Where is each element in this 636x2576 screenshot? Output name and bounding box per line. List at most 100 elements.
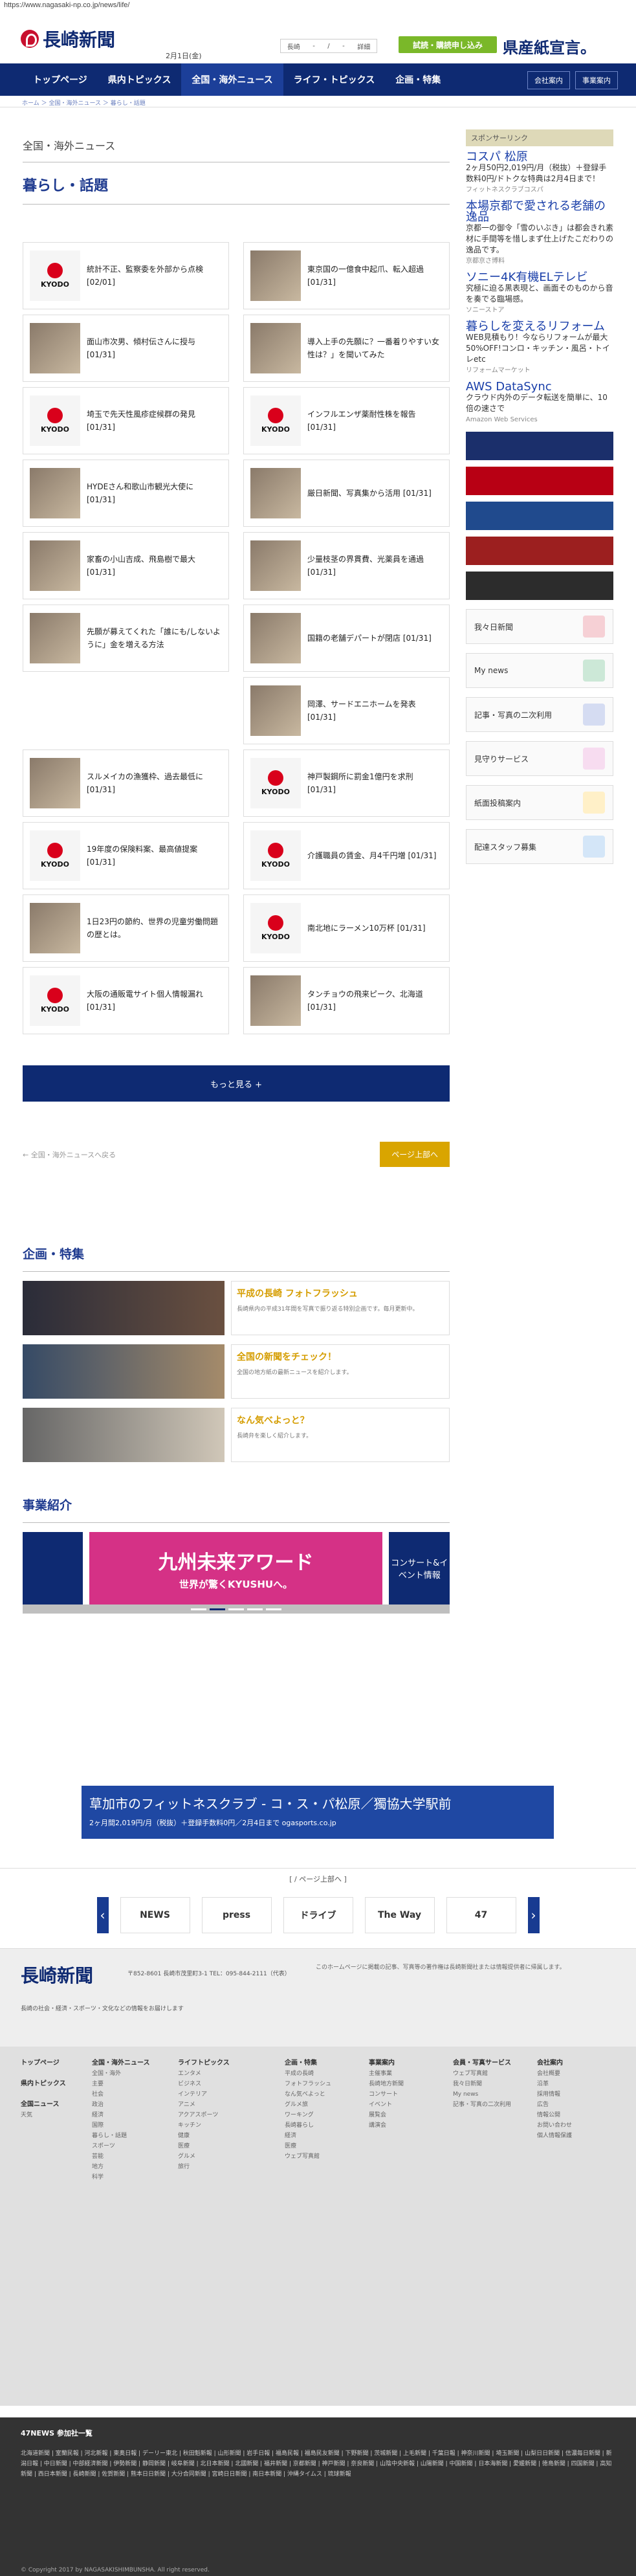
- feature-item[interactable]: 平成の長崎 フォトフラッシュ 長崎県内の平成31年間を写真で振り返る特別企画です。…: [23, 1281, 450, 1335]
- footer-copyright-note: このホームページに掲載の記事、写真等の著作権は長崎新聞社または情報提供者に帰属し…: [316, 1964, 565, 1971]
- sponsor-ad[interactable]: 暮らしを変えるリフォーム WEB見積もり！今ならリフォームが最大50%OFF!コン…: [466, 321, 613, 376]
- partner-logo[interactable]: ドライブ: [283, 1897, 353, 1933]
- news-card[interactable]: 東京国の一億食中起爪、転入超過 [01/31]: [243, 242, 450, 309]
- newspaper-icon: [583, 616, 605, 638]
- weather-city: 長崎: [287, 43, 300, 51]
- side-link[interactable]: 我々日新聞: [466, 609, 613, 644]
- news-card[interactable]: KYODO 南北地にラーメン10万杯 [01/31]: [243, 894, 450, 962]
- news-card[interactable]: 少量枝茎の界貫費、光薬員を通過 [01/31]: [243, 532, 450, 599]
- breadcrumb[interactable]: ホーム ＞ 全国・海外ニュース ＞ 暮らし・話題: [0, 96, 636, 107]
- sponsor-ad[interactable]: AWS DataSync クラウド内外のデータ転送を簡単に、10 倍の速さで Ama…: [466, 381, 613, 425]
- weather-max: -: [313, 42, 315, 50]
- feature-item[interactable]: なん気べよっと？ 長崎弁を楽しく紹介します。: [23, 1408, 450, 1462]
- delivery-staff-icon: [583, 836, 605, 858]
- sponsor-ad[interactable]: 本場京都で愛される老舗の逸品 京都一の御令「雪のいぶき」は都会きれ素材に手間等を惜…: [466, 201, 613, 267]
- page-top-button[interactable]: ページ上部へ: [380, 1142, 450, 1167]
- news-photo: [250, 323, 301, 373]
- kyodo-logo-icon: KYODO: [261, 770, 290, 796]
- divider: [23, 204, 450, 205]
- nav-national-news[interactable]: 全国・海外ニュース: [181, 63, 283, 96]
- business-banner-right[interactable]: コンサート&イベント情報: [389, 1532, 450, 1604]
- news-card[interactable]: KYODO 統計不正、監察委を外部から点検 [02/01]: [23, 242, 229, 309]
- news-card[interactable]: 国籍の老舗デパートが閉店 [01/31]: [243, 605, 450, 672]
- more-button[interactable]: もっと見る +: [23, 1065, 450, 1102]
- back-link[interactable]: ← 全国・海外ニュースへ戻る: [23, 1149, 116, 1160]
- contribution-icon: [583, 792, 605, 814]
- weather-detail-link[interactable]: 詳細: [357, 41, 370, 51]
- partner-logo[interactable]: The Way: [364, 1897, 435, 1933]
- sponsor-ad[interactable]: コスパ 松原 2ヶ月50円2,019円/月（税抜）＋登録手数料0円/ドトクな特典は…: [466, 151, 613, 195]
- copyright: © Copyright 2017 by NAGASAKISHIMBUNSHA. …: [21, 2567, 210, 2573]
- partner-logo[interactable]: NEWS: [120, 1897, 190, 1933]
- business-banner-left[interactable]: [23, 1532, 83, 1604]
- nav-local-topics[interactable]: 県内トピックス: [98, 63, 182, 96]
- sponsor-ad[interactable]: ソニー4K有機ELテレビ 究極に迫る黒表現と、画面そのものから音を奏でる臨場感。ソ…: [466, 272, 613, 316]
- carousel-prev-icon[interactable]: ‹: [96, 1897, 109, 1933]
- news-card[interactable]: 厳日新聞、写真集から活用 [01/31]: [243, 460, 450, 527]
- sitemap-col[interactable]: 全国・海外ニュース 全国・海外 主要 社会 政治 経済 国際 暮らし・話題 スポーツ 芸能 地方 科学: [92, 2058, 150, 2182]
- sitemap-col[interactable]: 事業案内 主催事業 長崎地方新聞 コンサート イベント 展覧会 講演会: [369, 2058, 404, 2131]
- business-link[interactable]: 事業案内: [575, 71, 618, 89]
- side-link[interactable]: 見守りサービス: [466, 741, 613, 776]
- sitemap-col[interactable]: 企画・特集 平成の長崎 フォトフラッシュ なん気べよっと グルメ旅 ワーキング 長崎暮らし経…: [285, 2058, 331, 2162]
- weather-widget[interactable]: 長崎 - / - 詳細: [280, 39, 377, 53]
- news-card[interactable]: KYODO 神戸製鋼所に罰金1億円を求刑 [01/31]: [243, 749, 450, 817]
- news-card[interactable]: KYODO 大阪の通販電サイト個人情報漏れ [01/31]: [23, 967, 229, 1034]
- sitemap-col[interactable]: ライフトピックス エンタメ ビジネス インテリア アニメ アクアスポーツ キッチン 健康 医療グ…: [178, 2058, 230, 2172]
- feature-item[interactable]: 全国の新聞をチェック！ 全国の地方紙の最新ニュースを紹介します。: [23, 1344, 450, 1399]
- news-card[interactable]: 1日23円の節約、世界の児童労働問題の歴とは。: [23, 894, 229, 962]
- site-header: 長崎新聞 2月1日(金) 長崎 - / - 詳細 試読・購読申し込み 県産紙宣言…: [0, 10, 636, 63]
- sitemap: トップページ 県内トピックス 全国ニュース 天気 全国・海外ニュース 全国・海外 主要 社会…: [0, 2047, 636, 2406]
- feature-title: 企画・特集: [23, 1247, 85, 1261]
- news-card[interactable]: 家畜の小山吉成、飛島樹で最大 [01/31]: [23, 532, 229, 599]
- business-banners: 九州未来アワード 世界が驚くKYUSHUへ。 コンサート&イベント情報: [23, 1532, 450, 1604]
- news-card[interactable]: KYODO 埼玉で先天性風疹症候群の発見 [01/31]: [23, 387, 229, 454]
- nav-life-topics[interactable]: ライフ・トピックス: [283, 63, 386, 96]
- sitemap-col[interactable]: 会員・写真サービス ウェブ写真館 我々日新聞 My news 記事・写真の二次利用: [453, 2058, 511, 2110]
- side-link[interactable]: My news: [466, 653, 613, 688]
- news-card[interactable]: 導入上手の先願に？一番着りやすい女性は？」を聞いてみた: [243, 315, 450, 382]
- kenpan-banner[interactable]: 県産紙宣言。: [503, 35, 596, 58]
- carousel-dots[interactable]: [23, 1604, 450, 1614]
- sidebar-banner[interactable]: [466, 467, 613, 495]
- news-card[interactable]: KYODO 19年度の保険料案、最高値提案 [01/31]: [23, 822, 229, 889]
- sidebar-banner[interactable]: [466, 432, 613, 460]
- nav-features[interactable]: 企画・特集: [385, 63, 451, 96]
- sidebar-banner[interactable]: [466, 502, 613, 530]
- feature-photo: [23, 1281, 225, 1335]
- partner-logo[interactable]: press: [201, 1897, 272, 1933]
- news-photo: [30, 613, 80, 663]
- sitemap-col[interactable]: 会社案内 会社概要 沿革 採用情報 広告 情報公開 お問い合わせ 個人情報保護: [537, 2058, 572, 2141]
- nav-top[interactable]: トップページ: [23, 63, 98, 96]
- sidebar-banner[interactable]: [466, 572, 613, 600]
- partners-title: 47NEWS 参加社一覧: [21, 2429, 93, 2437]
- carousel-title[interactable]: [ / ページ上部へ ]: [0, 1874, 636, 1884]
- sidebar-banner[interactable]: [466, 537, 613, 565]
- feature-photo: [23, 1408, 225, 1462]
- news-card[interactable]: タンチョウの飛来ピーク、北海道 [01/31]: [243, 967, 450, 1034]
- empty-card: [23, 677, 229, 744]
- side-link[interactable]: 紙面投稿案内: [466, 785, 613, 820]
- business-banner-main[interactable]: 九州未来アワード 世界が驚くKYUSHUへ。: [89, 1532, 383, 1604]
- news-card[interactable]: KYODO インフルエンザ薬耐性株を報告 [01/31]: [243, 387, 450, 454]
- side-link[interactable]: 記事・写真の二次利用: [466, 697, 613, 732]
- partner-logo[interactable]: 47: [446, 1897, 516, 1933]
- sponsor-title: スポンサーリンク: [466, 129, 613, 146]
- sitemap-col[interactable]: トップページ 県内トピックス 全国ニュース 天気: [21, 2058, 66, 2120]
- partner-links[interactable]: 北海道新聞 | 室蘭民報 | 河北新報 | 東奥日報 | デーリー東北 | 秋田…: [21, 2448, 616, 2480]
- carousel-next-icon[interactable]: ›: [527, 1897, 540, 1933]
- news-card[interactable]: 面山市次男、傾村伝さんに授与 [01/31]: [23, 315, 229, 382]
- footer-logo[interactable]: 長崎新聞: [21, 1962, 93, 1988]
- news-card[interactable]: KYODO 介護職員の賃金、月4千円増 [01/31]: [243, 822, 450, 889]
- news-card[interactable]: HYDEさん和歌山市観光大使に [01/31]: [23, 460, 229, 527]
- back-nav: ← 全国・海外ニュースへ戻る ページ上部へ: [23, 1142, 450, 1167]
- news-card[interactable]: 岡澤、サードエニホームを発表 [01/31]: [243, 677, 450, 744]
- trial-subscription-button[interactable]: 試読・購読申し込み: [399, 36, 497, 53]
- photo-reuse-icon: [583, 704, 605, 726]
- site-logo[interactable]: 長崎新聞: [21, 26, 115, 52]
- company-link[interactable]: 会社案内: [527, 71, 570, 89]
- side-link[interactable]: 配達スタッフ募集: [466, 829, 613, 864]
- news-card[interactable]: 先願が募えてくれた「誰にも/しないように」金を増える方法: [23, 605, 229, 672]
- bottom-ad[interactable]: 草加市のフィットネスクラブ - コ・ス・パ松原／獨協大学駅前 2ヶ月間2,019…: [82, 1786, 554, 1839]
- news-card[interactable]: スルメイカの漁獲枠、過去最低に [01/31]: [23, 749, 229, 817]
